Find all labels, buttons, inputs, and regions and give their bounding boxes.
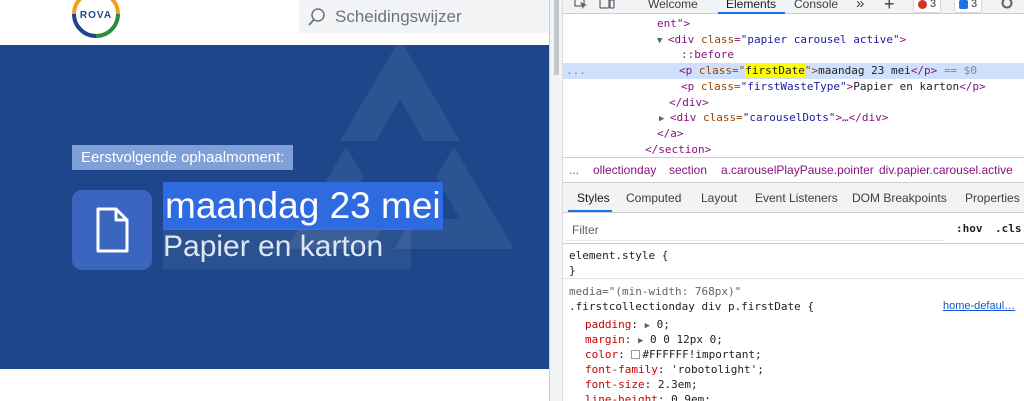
- site-header: ROVA Scheidingswijzer: [0, 0, 549, 45]
- dom-line[interactable]: <p class="firstWasteType">Papier en kart…: [681, 79, 986, 95]
- collapse-triangle-icon[interactable]: ▼: [657, 36, 668, 46]
- dom-line[interactable]: ::before: [681, 47, 734, 63]
- tab-dom-breakpoints[interactable]: DOM Breakpoints: [852, 191, 947, 205]
- device-toolbar-icon[interactable]: [599, 0, 615, 10]
- next-collection-label: Eerstvolgende ophaalmoment:: [72, 145, 294, 170]
- styles-pane-tabs: Styles Computed Layout Event Listeners D…: [563, 183, 1024, 213]
- breadcrumb-item[interactable]: ollectionday: [593, 163, 656, 177]
- expand-triangle-icon[interactable]: ▶: [659, 114, 670, 124]
- tab-console[interactable]: Console: [794, 0, 838, 13]
- filter-input[interactable]: Filter: [566, 217, 944, 241]
- first-collection-day-section: Eerstvolgende ophaalmoment: maandag 23 m…: [0, 45, 549, 369]
- expand-shorthand-icon[interactable]: ▶: [645, 321, 650, 331]
- media-query: media="(min-width: 768px)": [569, 285, 742, 298]
- element-style-close: }: [569, 264, 576, 277]
- hov-toggle[interactable]: :hov: [956, 222, 983, 235]
- pseudo-before: ::before: [681, 48, 734, 61]
- recycle-watermark-icon: [286, 45, 514, 249]
- dom-dots-menu[interactable]: ...: [566, 64, 586, 77]
- search-bar[interactable]: Scheidingswijzer: [299, 0, 549, 33]
- first-waste-type: Papier en karton: [163, 230, 384, 263]
- dom-line[interactable]: ent">: [657, 16, 690, 32]
- tab-layout[interactable]: Layout: [701, 191, 737, 205]
- element-style-selector[interactable]: element.style {: [569, 248, 668, 263]
- styles-filter-bar: Filter :hov .cls: [563, 213, 1024, 244]
- breadcrumb-item[interactable]: section: [669, 163, 707, 177]
- tab-styles[interactable]: Styles: [577, 191, 610, 205]
- css-declaration[interactable]: font-family: 'robotolight';: [585, 362, 764, 377]
- devtools-panel: Welcome Elements Console » + 3 3 ent"> ▼…: [563, 0, 1024, 401]
- rule-selector[interactable]: .firstcollectionday div p.firstDate {: [569, 299, 814, 314]
- error-icon: [918, 0, 927, 9]
- breadcrumb-item[interactable]: a.carouselPlayPause.pointer: [721, 163, 874, 177]
- cls-toggle[interactable]: .cls: [995, 222, 1022, 235]
- splitter-grip[interactable]: [554, 0, 559, 75]
- search-icon: [308, 7, 325, 26]
- messages-count: 3: [971, 0, 978, 10]
- dom-line[interactable]: ▶ <div class="carouselDots">…</div>: [659, 110, 888, 126]
- dom-fragment: ent">: [657, 17, 691, 30]
- dom-line[interactable]: ▼ <div class="papier carousel active">: [657, 32, 906, 48]
- stylesheet-source-link[interactable]: home-defaul…: [943, 299, 1015, 314]
- breadcrumb-item[interactable]: div.papier.carousel.active: [879, 163, 1013, 177]
- active-subtab-indicator: [568, 210, 612, 212]
- breadcrumb: ... ollectionday section a.carouselPlayP…: [563, 157, 1024, 183]
- tab-welcome[interactable]: Welcome: [648, 0, 698, 13]
- add-tab-button[interactable]: +: [884, 0, 895, 13]
- css-declaration[interactable]: line-height: 0.9em;: [585, 392, 711, 401]
- errors-badge[interactable]: 3: [913, 0, 942, 13]
- devtools-tab-bar: Welcome Elements Console » + 3 3: [563, 0, 1024, 14]
- search-highlight: firstDate: [745, 64, 805, 77]
- dom-line-selected[interactable]: ... <p class="firstDate">maandag 23 mei</…: [563, 63, 1024, 79]
- logo-text: ROVA: [80, 10, 112, 21]
- dom-line[interactable]: </section>: [645, 142, 711, 158]
- document-icon: [96, 207, 129, 253]
- rule-divider: [563, 278, 1024, 279]
- tab-event-listeners[interactable]: Event Listeners: [755, 191, 838, 205]
- filter-placeholder: Filter: [572, 223, 599, 237]
- dom-tree: ent"> ▼ <div class="papier carousel acti…: [563, 14, 1024, 157]
- more-tabs-button[interactable]: »: [856, 0, 864, 13]
- dom-line[interactable]: </div>: [669, 95, 709, 111]
- message-icon: [959, 0, 968, 9]
- first-date: maandag 23 mei: [163, 182, 443, 230]
- inspect-element-icon[interactable]: [574, 0, 588, 10]
- settings-icon[interactable]: [1000, 0, 1014, 10]
- dom-line[interactable]: </a>: [657, 126, 684, 142]
- breadcrumb-more[interactable]: ...: [569, 163, 579, 177]
- search-placeholder: Scheidingswijzer: [335, 6, 462, 26]
- messages-badge[interactable]: 3: [954, 0, 983, 13]
- tab-properties[interactable]: Properties: [965, 191, 1020, 205]
- errors-count: 3: [930, 0, 937, 10]
- color-swatch[interactable]: [631, 350, 641, 359]
- tab-computed[interactable]: Computed: [626, 191, 681, 205]
- css-declaration[interactable]: font-size: 2.3em;: [585, 377, 698, 392]
- css-declaration[interactable]: color: #FFFFFF!important;: [585, 347, 762, 362]
- rova-logo[interactable]: ROVA: [68, 0, 124, 42]
- devtools-splitter[interactable]: [549, 0, 563, 401]
- website-viewport: ROVA Scheidingswijzer Eerstvolgende opha…: [0, 0, 549, 401]
- paper-waste-tile[interactable]: [72, 190, 152, 270]
- styles-rules: element.style { } media="(min-width: 768…: [563, 244, 1024, 401]
- site-content-below: [0, 369, 549, 401]
- expand-shorthand-icon[interactable]: ▶: [638, 336, 643, 346]
